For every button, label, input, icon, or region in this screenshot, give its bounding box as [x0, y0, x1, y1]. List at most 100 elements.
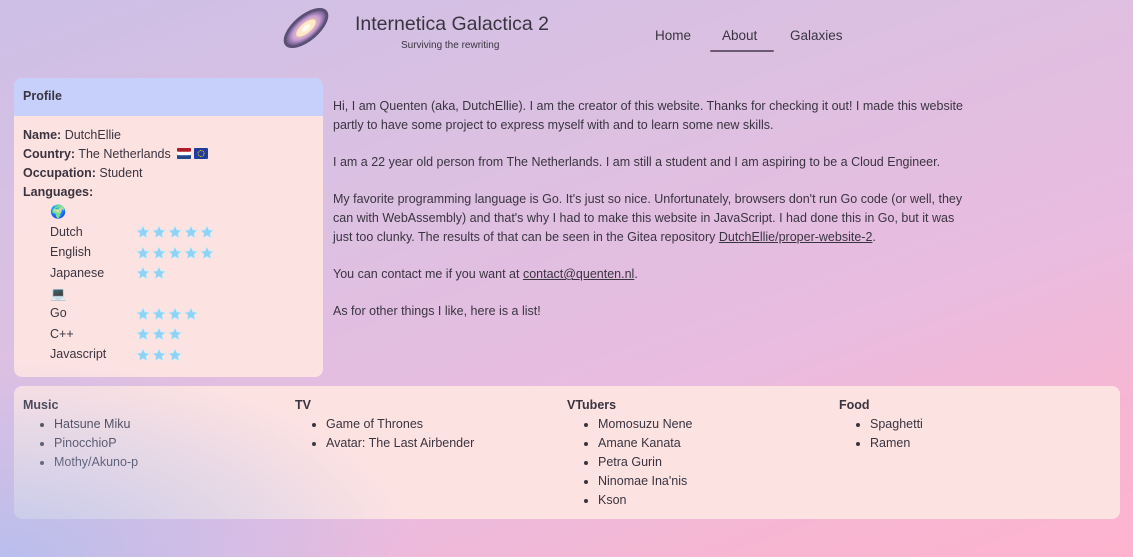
field-value: DutchEllie: [64, 128, 121, 142]
list-item: Spaghetti: [870, 415, 923, 434]
star-icon: [167, 347, 183, 362]
profile-card: Profile Name: DutchEllie Country: The Ne…: [14, 78, 323, 377]
star-icon: [135, 225, 151, 239]
profile-heading: Profile: [14, 78, 323, 116]
star-icon: [135, 245, 151, 260]
star-icon: [135, 327, 151, 341]
star-icon: [135, 347, 151, 362]
list-item: Hatsune Miku: [54, 415, 138, 434]
likes-list: Momosuzu Nene Amane Kanata Petra Gurin N…: [598, 415, 693, 510]
list-item: Amane Kanata: [598, 434, 693, 453]
list-item: PinocchioP: [54, 434, 138, 453]
language-row: English: [50, 243, 314, 264]
about-paragraph: You can contact me if you want at contac…: [333, 265, 973, 284]
star-icon: [135, 306, 151, 321]
about-paragraph: As for other things I like, here is a li…: [333, 304, 541, 318]
likes-column-music: Music Hatsune Miku PinocchioP Mothy/Akun…: [23, 396, 138, 472]
star-icon: [167, 327, 183, 341]
spoken-languages-list: Dutch English Japanese: [50, 222, 314, 284]
field-value: Student: [99, 166, 143, 180]
star-icon: [183, 245, 199, 260]
globe-icon: 🌍: [50, 204, 67, 219]
list-item: Kson: [598, 491, 693, 510]
star-rating: [135, 266, 167, 280]
star-icon: [151, 327, 167, 341]
star-icon: [199, 225, 215, 239]
nav-active-indicator: [710, 50, 774, 52]
likes-list: Spaghetti Ramen: [870, 415, 923, 453]
text-span: .: [872, 230, 876, 244]
nav-about[interactable]: About: [722, 28, 757, 43]
list-item: Avatar: The Last Airbender: [326, 434, 474, 453]
galaxy-logo-icon[interactable]: [279, 2, 333, 54]
eu-flag-icon: [194, 148, 209, 159]
likes-heading: VTubers: [567, 398, 617, 412]
language-row: Dutch: [50, 222, 314, 243]
text-span: .: [634, 267, 638, 281]
star-rating: [135, 245, 215, 260]
list-item: Mothy/Akuno-p: [54, 453, 138, 472]
gitea-repo-link[interactable]: DutchEllie/proper-website-2: [719, 230, 873, 244]
star-icon: [167, 306, 183, 321]
star-icon: [199, 245, 215, 260]
star-rating: [135, 306, 199, 321]
list-item: Ramen: [870, 434, 923, 453]
likes-column-tv: TV Game of Thrones Avatar: The Last Airb…: [295, 396, 474, 453]
likes-card: Music Hatsune Miku PinocchioP Mothy/Akun…: [14, 386, 1120, 519]
list-item: Game of Thrones: [326, 415, 474, 434]
language-name: English: [50, 245, 91, 260]
field-label: Country:: [23, 147, 76, 161]
site-title: Internetica Galactica 2: [355, 13, 550, 35]
text-span: You can contact me if you want at: [333, 267, 523, 281]
profile-body: Name: DutchEllie Country: The Netherland…: [14, 116, 323, 375]
star-rating: [135, 225, 215, 239]
likes-list: Game of Thrones Avatar: The Last Airbend…: [326, 415, 474, 453]
language-name: Japanese: [50, 265, 105, 280]
star-icon: [183, 225, 199, 239]
language-row: Japanese: [50, 263, 314, 284]
nav-home[interactable]: Home: [655, 28, 691, 43]
nav-galaxies[interactable]: Galaxies: [790, 28, 843, 43]
likes-heading: Music: [23, 398, 59, 412]
about-text: Hi, I am Quenten (aka, DutchEllie). I am…: [333, 97, 973, 339]
language-row: Javascript: [50, 345, 314, 366]
star-icon: [151, 306, 167, 321]
star-rating: [135, 347, 183, 362]
about-paragraph: I am a 22 year old person from The Nethe…: [333, 155, 941, 169]
language-row: C++: [50, 324, 314, 345]
star-icon: [167, 245, 183, 260]
netherlands-flag-icon: [177, 148, 192, 159]
likes-list: Hatsune Miku PinocchioP Mothy/Akuno-p: [54, 415, 138, 472]
profile-languages-row: Languages:: [23, 183, 314, 202]
laptop-icon: 💻: [50, 285, 67, 301]
list-item: Ninomae Ina'nis: [598, 472, 693, 491]
about-paragraph: Hi, I am Quenten (aka, DutchEllie). I am…: [333, 99, 963, 132]
field-label: Languages:: [23, 185, 94, 199]
language-name: Javascript: [50, 347, 107, 362]
programming-languages-list: Go C++ Javascript: [50, 304, 314, 366]
field-label: Occupation:: [23, 166, 96, 180]
star-icon: [135, 266, 151, 280]
star-icon: [151, 245, 167, 260]
likes-column-food: Food Spaghetti Ramen: [839, 396, 923, 453]
star-icon: [151, 266, 167, 280]
about-paragraph: My favorite programming language is Go. …: [333, 190, 973, 247]
language-row: Go: [50, 304, 314, 325]
site-subtitle: Surviving the rewriting: [401, 40, 500, 51]
likes-heading: TV: [295, 398, 311, 412]
site-header: Internetica Galactica 2 Surviving the re…: [0, 0, 1133, 60]
list-item: Petra Gurin: [598, 453, 693, 472]
likes-column-vtubers: VTubers Momosuzu Nene Amane Kanata Petra…: [567, 396, 693, 510]
star-icon: [167, 225, 183, 239]
star-icon: [151, 347, 167, 362]
contact-email-link[interactable]: contact@quenten.nl: [523, 267, 634, 281]
field-value: The Netherlands: [78, 147, 171, 161]
profile-occupation-row: Occupation: Student: [23, 164, 314, 183]
star-icon: [151, 225, 167, 239]
profile-name-row: Name: DutchEllie: [23, 126, 314, 145]
profile-country-row: Country: The Netherlands: [23, 145, 314, 164]
field-label: Name:: [23, 128, 62, 142]
languages-section: 🌍 Dutch English Japanese 💻 Go C++ Javascript: [23, 202, 314, 365]
language-name: Dutch: [50, 224, 83, 239]
list-item: Momosuzu Nene: [598, 415, 693, 434]
